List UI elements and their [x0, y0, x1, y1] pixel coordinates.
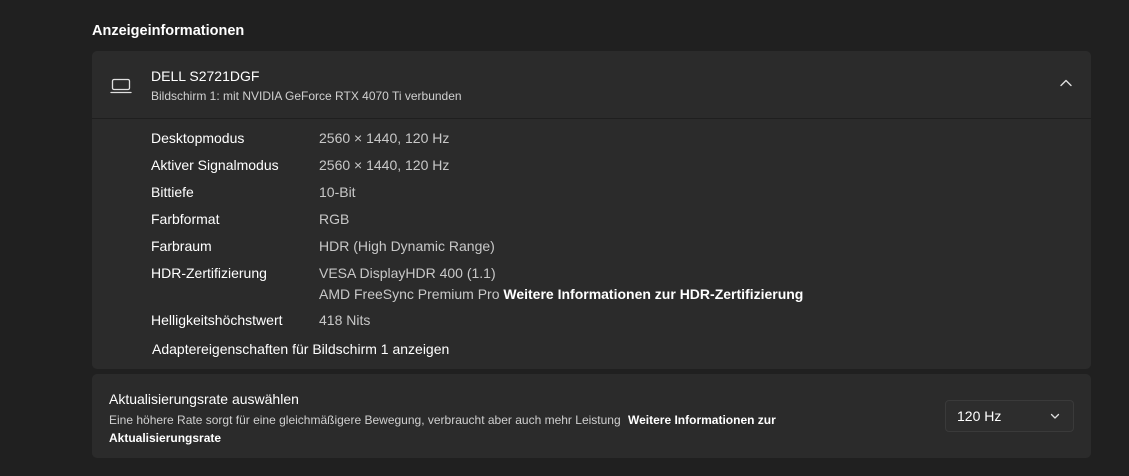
chevron-down-icon: [1050, 413, 1060, 419]
refresh-desc-text: Eine höhere Rate sorgt für eine gleichmä…: [109, 413, 621, 427]
info-label: Helligkeitshöchstwert: [151, 312, 283, 328]
refresh-rate-dropdown[interactable]: 120 Hz: [945, 400, 1074, 432]
info-label: Farbformat: [151, 211, 220, 227]
info-value: VESA DisplayHDR 400 (1.1): [319, 265, 496, 281]
refresh-rate-card: Aktualisierungsrate auswählen Eine höher…: [92, 374, 1091, 458]
hdr-info-link[interactable]: Weitere Informationen zur HDR-Zertifizie…: [503, 286, 803, 302]
freesync-value: AMD FreeSync Premium Pro: [319, 286, 500, 302]
adapter-properties-link[interactable]: Adaptereigenschaften für Bildschirm 1 an…: [152, 341, 449, 357]
info-value: HDR (High Dynamic Range): [319, 238, 495, 254]
refresh-rate-description: Eine höhere Rate sorgt für eine gleichmä…: [109, 411, 869, 447]
info-label: HDR-Zertifizierung: [151, 265, 267, 281]
display-info-card: DELL S2721DGF Bildschirm 1: mit NVIDIA G…: [92, 51, 1091, 369]
info-label: Bittiefe: [151, 184, 194, 200]
display-subtitle: Bildschirm 1: mit NVIDIA GeForce RTX 407…: [151, 89, 462, 103]
refresh-rate-value: 120 Hz: [957, 408, 1002, 424]
info-value: RGB: [319, 211, 350, 227]
info-value: 2560 × 1440, 120 Hz: [319, 157, 450, 173]
info-label: Desktopmodus: [151, 130, 245, 146]
info-value: 2560 × 1440, 120 Hz: [319, 130, 450, 146]
monitor-icon: [110, 78, 132, 94]
refresh-rate-title: Aktualisierungsrate auswählen: [109, 391, 299, 407]
display-name: DELL S2721DGF: [151, 68, 260, 84]
chevron-up-icon[interactable]: [1059, 78, 1073, 88]
info-label: Aktiver Signalmodus: [151, 157, 279, 173]
info-label: Farbraum: [151, 238, 212, 254]
display-header[interactable]: DELL S2721DGF Bildschirm 1: mit NVIDIA G…: [92, 51, 1091, 119]
info-value: 418 Nits: [319, 312, 371, 328]
section-title: Anzeigeinformationen: [92, 23, 245, 39]
info-value: 10-Bit: [319, 184, 356, 200]
info-value-line2: AMD FreeSync Premium Pro Weitere Informa…: [319, 286, 803, 302]
